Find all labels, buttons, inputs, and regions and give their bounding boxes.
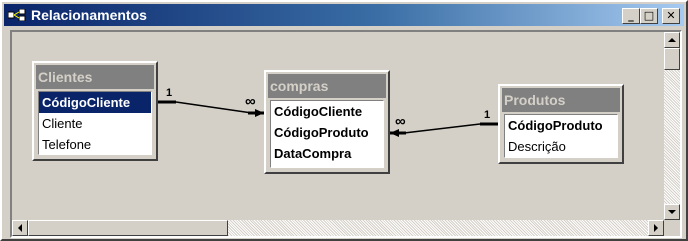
relationship-clientes-compras[interactable]: 1 ∞: [158, 87, 264, 117]
scroll-right-button[interactable]: [648, 220, 664, 236]
scroll-left-button[interactable]: [12, 220, 28, 236]
one-label: 1: [484, 109, 490, 121]
restore-button[interactable]: □: [640, 8, 658, 24]
relationships-window: Relacionamentos _ □ ✕ Clientes CódigoCli…: [0, 0, 688, 241]
horizontal-scroll-thumb[interactable]: [28, 220, 228, 236]
arrow-right-icon: [654, 224, 658, 232]
vertical-scroll-thumb[interactable]: [664, 48, 680, 70]
many-label: ∞: [245, 93, 256, 110]
arrow-down-icon: [668, 210, 676, 214]
title-bar[interactable]: Relacionamentos _ □ ✕: [4, 4, 684, 26]
one-label: 1: [166, 87, 172, 99]
many-label: ∞: [395, 113, 406, 130]
arrow-up-icon: [668, 38, 676, 42]
relationship-produtos-compras[interactable]: 1 ∞: [390, 109, 498, 137]
close-button[interactable]: ✕: [662, 8, 680, 24]
relationships-icon: [8, 9, 26, 21]
window-title: Relacionamentos: [31, 7, 147, 23]
scroll-down-button[interactable]: [664, 204, 680, 220]
minimize-button[interactable]: _: [622, 8, 640, 24]
relationship-lines: 1 ∞ 1 ∞: [158, 87, 498, 137]
scrollbar-corner: [664, 220, 680, 236]
scroll-up-button[interactable]: [664, 32, 680, 48]
relationships-canvas[interactable]: Clientes CódigoCliente Cliente Telefone …: [10, 30, 682, 238]
arrow-left-icon: [18, 224, 22, 232]
horizontal-scrollbar[interactable]: [12, 220, 664, 236]
vertical-scrollbar[interactable]: [664, 32, 680, 220]
